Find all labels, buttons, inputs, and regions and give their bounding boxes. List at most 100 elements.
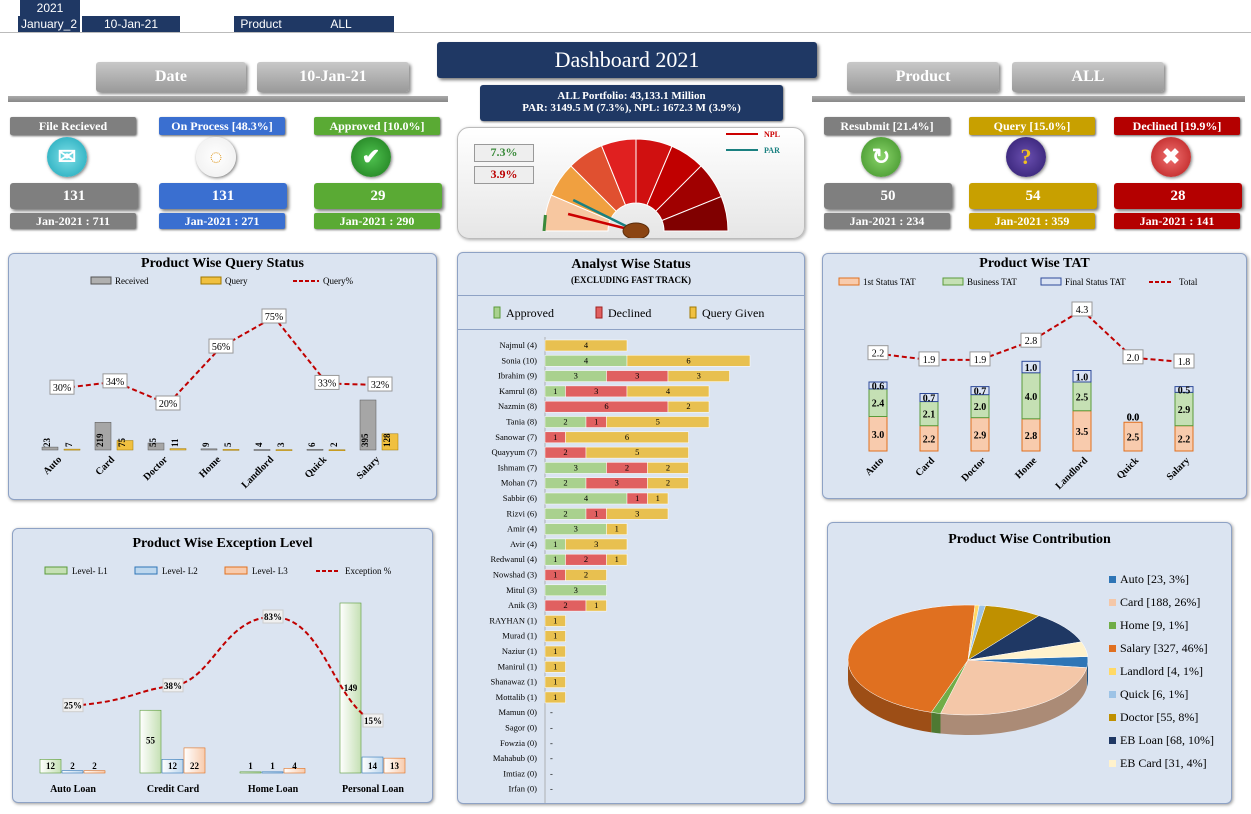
query-pct-label: 56% bbox=[212, 342, 230, 353]
gauge-dial: NPL PAR bbox=[542, 130, 780, 238]
gauge-panel: 7.3% 3.9% NPL PAR bbox=[457, 127, 805, 239]
exception-data-label: 4 bbox=[292, 761, 297, 771]
legend-swatch bbox=[134, 566, 158, 575]
page-title: Dashboard 2021 bbox=[437, 42, 817, 78]
kpi-month-total: Jan-2021 : 711 bbox=[10, 213, 136, 229]
kpi-month-total: Jan-2021 : 359 bbox=[969, 213, 1095, 229]
analyst-name: Redwanul (4) bbox=[490, 554, 537, 564]
month-cell[interactable]: January_2 bbox=[18, 16, 80, 32]
query-pct-line bbox=[61, 315, 381, 406]
analyst-name: Irfan (0) bbox=[508, 784, 537, 794]
par-legend-label: PAR bbox=[764, 146, 780, 155]
refresh-icon: ↻ bbox=[861, 137, 901, 177]
query-status-chart: Received Query Query%23 7Auto219 75Card55 11D… bbox=[41, 276, 399, 491]
product-value-cell[interactable]: ALL bbox=[288, 16, 394, 32]
analyst-approved-label: 1 bbox=[553, 539, 557, 549]
analyst-name: Mohan (7) bbox=[501, 478, 537, 488]
analyst-name: Kamrul (8) bbox=[499, 386, 537, 396]
query-pct-label: 75% bbox=[265, 312, 283, 323]
total-label: 4.3 bbox=[1076, 305, 1089, 316]
exception-bar bbox=[239, 771, 262, 774]
kpi-label: Resubmit [21.4%] bbox=[824, 117, 950, 135]
portfolio-summary: ALL Portfolio: 43,133.1 Million PAR: 314… bbox=[480, 85, 783, 121]
legend-swatch bbox=[838, 277, 860, 286]
legend-label: Doctor [55, 8%] bbox=[1120, 710, 1198, 724]
tat-data-label: 2.5 bbox=[1127, 433, 1140, 444]
analyst-query-label: 1 bbox=[553, 677, 557, 687]
analyst-declined-label: 2 bbox=[563, 447, 567, 457]
analyst-declined-label: 3 bbox=[594, 386, 598, 396]
portfolio-line-2: PAR: 3149.5 M (7.3%), NPL: 1672.3 M (3.9… bbox=[522, 102, 741, 114]
analyst-name: Shanawaz (1) bbox=[491, 677, 538, 687]
exception-data-label: 13 bbox=[390, 761, 400, 771]
exception-data-label: 55 bbox=[146, 736, 156, 746]
npl-legend-label: NPL bbox=[764, 130, 780, 139]
tat-data-label: 0.0 bbox=[1127, 412, 1140, 423]
analyst-name: Imtiaz (0) bbox=[503, 768, 537, 778]
legend-label: Query bbox=[225, 276, 248, 286]
x-tick-label: Card bbox=[914, 455, 938, 479]
analyst-name: Anik (3) bbox=[508, 600, 537, 610]
exception-data-label: 22 bbox=[190, 761, 200, 771]
query-pct-label: 33% bbox=[318, 378, 336, 389]
legend-swatch bbox=[1109, 668, 1116, 675]
legend-label: Salary [327, 46%] bbox=[1120, 641, 1208, 655]
analyst-approved-label: 2 bbox=[563, 508, 567, 518]
kpi-month-total: Jan-2021 : 271 bbox=[159, 213, 285, 229]
legend-swatch bbox=[942, 277, 964, 286]
legend-label: EB Card [31, 4%] bbox=[1120, 756, 1207, 770]
tat-data-label: 2.9 bbox=[974, 430, 987, 441]
total-label: 2.8 bbox=[1025, 336, 1038, 347]
kpi-month-total: Jan-2021 : 290 bbox=[314, 213, 440, 229]
query-status-panel: Product Wise Query Status Received Query Q… bbox=[8, 253, 437, 500]
legend-label: Declined bbox=[608, 306, 651, 320]
analyst-name: Nazmin (8) bbox=[498, 401, 537, 411]
legend-label: 1st Status TAT bbox=[863, 277, 916, 287]
received-data-label: 6 bbox=[307, 442, 317, 447]
analyst-name: Fowzia (0) bbox=[500, 738, 537, 748]
legend-swatch bbox=[1109, 691, 1116, 698]
analyst-query-label: 1 bbox=[553, 692, 557, 702]
analyst-empty-mark: - bbox=[550, 707, 553, 717]
tat-data-label: 2.4 bbox=[872, 399, 885, 410]
legend-label: Home [9, 1%] bbox=[1120, 618, 1188, 632]
product-value-button[interactable]: ALL bbox=[1012, 62, 1164, 92]
total-label: 2.2 bbox=[872, 349, 885, 360]
analyst-declined-label: 3 bbox=[615, 478, 619, 488]
exception-chart: Level- L1 Level- L2 Level- L3 Exception %12… bbox=[39, 566, 406, 795]
query-data-label: 2 bbox=[329, 442, 339, 447]
query-pct-label: 32% bbox=[371, 380, 389, 391]
analyst-query-label: 1 bbox=[656, 493, 660, 503]
date-cell[interactable]: 10-Jan-21 bbox=[82, 16, 180, 32]
date-value-button[interactable]: 10-Jan-21 bbox=[257, 62, 409, 92]
kpi-count: 131 bbox=[159, 183, 287, 209]
check-icon: ✔ bbox=[351, 137, 391, 177]
header-rule-left bbox=[8, 96, 448, 102]
x-tick-label: Auto bbox=[863, 455, 886, 478]
analyst-name: Mahabub (0) bbox=[493, 753, 537, 763]
contribution-chart: Auto [23, 3%] Card [188, 26%] Home [9, 1%]… bbox=[847, 572, 1214, 770]
exception-data-label: 12 bbox=[168, 761, 178, 771]
query-data-label: 3 bbox=[276, 442, 286, 447]
tat-data-label: 3.5 bbox=[1076, 427, 1089, 438]
header-rule-right bbox=[812, 96, 1245, 102]
kpi-count: 54 bbox=[969, 183, 1097, 209]
year-cell[interactable]: 2021 bbox=[20, 0, 80, 16]
received-data-label: 23 bbox=[42, 438, 52, 448]
kpi-month-total: Jan-2021 : 234 bbox=[824, 213, 950, 229]
analyst-query-label: 6 bbox=[686, 355, 690, 365]
total-label: 1.8 bbox=[1178, 357, 1191, 368]
exception-pct-label: 15% bbox=[364, 716, 382, 726]
analyst-query-label: 3 bbox=[697, 371, 701, 381]
tat-data-label: 1.0 bbox=[1025, 363, 1038, 374]
legend-label: Total bbox=[1179, 277, 1198, 287]
total-label: 2.0 bbox=[1127, 353, 1140, 364]
exception-data-label: 2 bbox=[70, 761, 75, 771]
legend-label: Level- L1 bbox=[72, 566, 108, 576]
query-data-label: 5 bbox=[223, 442, 233, 447]
query-bar bbox=[328, 449, 346, 451]
query-pct-label: 20% bbox=[159, 399, 177, 410]
received-bar bbox=[200, 448, 218, 451]
analyst-status-panel: Analyst Wise Status (EXCLUDING FAST TRAC… bbox=[457, 252, 805, 804]
analyst-name: Ibrahim (9) bbox=[498, 371, 537, 381]
